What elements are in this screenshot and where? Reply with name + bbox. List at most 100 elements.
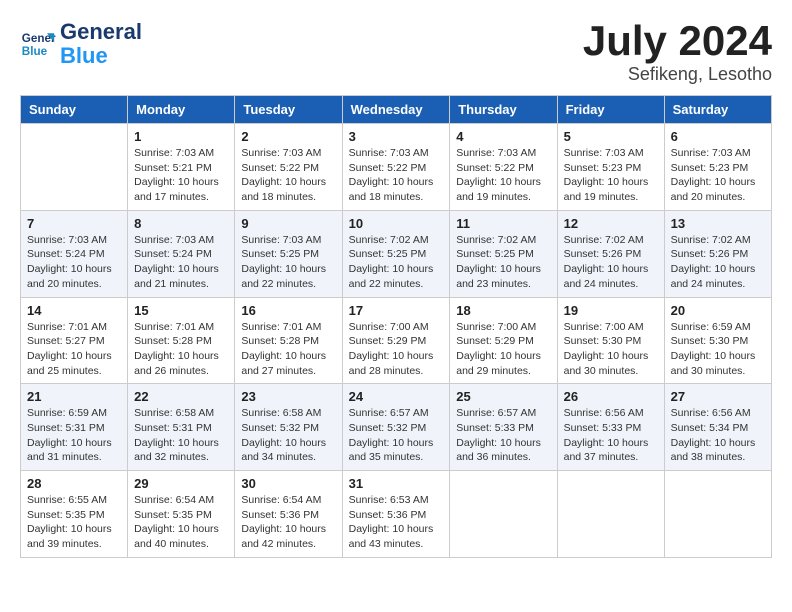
col-wednesday: Wednesday [342, 96, 450, 124]
svg-text:Blue: Blue [22, 45, 48, 58]
day-info: Sunrise: 6:58 AMSunset: 5:32 PMDaylight:… [241, 406, 335, 465]
title-area: July 2024 Sefikeng, Lesotho [583, 20, 772, 85]
calendar-cell: 15 Sunrise: 7:01 AMSunset: 5:28 PMDayligh… [128, 297, 235, 384]
day-number: 2 [241, 129, 335, 144]
page-header: General Blue General Blue July 2024 Sefi… [20, 20, 772, 85]
calendar-cell: 3 Sunrise: 7:03 AMSunset: 5:22 PMDaylight… [342, 124, 450, 211]
day-info: Sunrise: 6:56 AMSunset: 5:33 PMDaylight:… [564, 406, 658, 465]
day-number: 1 [134, 129, 228, 144]
logo-text-general: General [60, 20, 142, 44]
day-number: 23 [241, 389, 335, 404]
calendar-cell: 26 Sunrise: 6:56 AMSunset: 5:33 PMDayligh… [557, 384, 664, 471]
day-number: 22 [134, 389, 228, 404]
day-number: 19 [564, 303, 658, 318]
calendar-cell: 1 Sunrise: 7:03 AMSunset: 5:21 PMDaylight… [128, 124, 235, 211]
calendar-cell: 17Sunrise: 7:00 AMSunset: 5:29 PMDayligh… [342, 297, 450, 384]
day-info: Sunrise: 7:03 AMSunset: 5:22 PMDaylight:… [241, 146, 335, 205]
calendar-cell: 6 Sunrise: 7:03 AMSunset: 5:23 PMDaylight… [664, 124, 771, 211]
day-info: Sunrise: 7:01 AMSunset: 5:28 PMDaylight:… [241, 320, 335, 379]
calendar-cell: 20 Sunrise: 6:59 AMSunset: 5:30 PMDayligh… [664, 297, 771, 384]
calendar-cell: 9 Sunrise: 7:03 AMSunset: 5:25 PMDaylight… [235, 210, 342, 297]
day-number: 30 [241, 476, 335, 491]
month-title: July 2024 [583, 20, 772, 62]
calendar-week-row: 1 Sunrise: 7:03 AMSunset: 5:21 PMDaylight… [21, 124, 772, 211]
day-number: 5 [564, 129, 658, 144]
calendar-week-row: 7 Sunrise: 7:03 AMSunset: 5:24 PMDaylight… [21, 210, 772, 297]
day-number: 9 [241, 216, 335, 231]
calendar-cell: 5 Sunrise: 7:03 AMSunset: 5:23 PMDaylight… [557, 124, 664, 211]
day-info: Sunrise: 7:02 AMSunset: 5:26 PMDaylight:… [564, 233, 658, 292]
calendar-cell: 30 Sunrise: 6:54 AMSunset: 5:36 PMDayligh… [235, 471, 342, 558]
calendar-cell: 7 Sunrise: 7:03 AMSunset: 5:24 PMDaylight… [21, 210, 128, 297]
col-thursday: Thursday [450, 96, 557, 124]
day-number: 18 [456, 303, 550, 318]
day-number: 21 [27, 389, 121, 404]
day-number: 14 [27, 303, 121, 318]
day-info: Sunrise: 6:59 AMSunset: 5:30 PMDaylight:… [671, 320, 765, 379]
day-info: Sunrise: 7:03 AMSunset: 5:23 PMDaylight:… [671, 146, 765, 205]
day-number: 6 [671, 129, 765, 144]
day-number: 20 [671, 303, 765, 318]
day-info: Sunrise: 7:00 AMSunset: 5:30 PMDaylight:… [564, 320, 658, 379]
calendar-cell: 10Sunrise: 7:02 AMSunset: 5:25 PMDayligh… [342, 210, 450, 297]
calendar-cell: 27Sunrise: 6:56 AMSunset: 5:34 PMDayligh… [664, 384, 771, 471]
day-info: Sunrise: 7:00 AMSunset: 5:29 PMDaylight:… [456, 320, 550, 379]
day-number: 7 [27, 216, 121, 231]
day-info: Sunrise: 7:03 AMSunset: 5:24 PMDaylight:… [134, 233, 228, 292]
calendar-cell: 14Sunrise: 7:01 AMSunset: 5:27 PMDayligh… [21, 297, 128, 384]
logo-text-blue: Blue [60, 44, 142, 68]
calendar-cell: 22 Sunrise: 6:58 AMSunset: 5:31 PMDayligh… [128, 384, 235, 471]
day-number: 8 [134, 216, 228, 231]
logo-icon: General Blue [20, 26, 56, 62]
col-monday: Monday [128, 96, 235, 124]
day-number: 27 [671, 389, 765, 404]
day-info: Sunrise: 7:03 AMSunset: 5:22 PMDaylight:… [456, 146, 550, 205]
logo: General Blue General Blue [20, 20, 142, 68]
day-info: Sunrise: 6:54 AMSunset: 5:36 PMDaylight:… [241, 493, 335, 552]
day-info: Sunrise: 7:02 AMSunset: 5:25 PMDaylight:… [456, 233, 550, 292]
calendar-cell: 8 Sunrise: 7:03 AMSunset: 5:24 PMDaylight… [128, 210, 235, 297]
day-number: 13 [671, 216, 765, 231]
day-info: Sunrise: 7:03 AMSunset: 5:24 PMDaylight:… [27, 233, 121, 292]
day-number: 16 [241, 303, 335, 318]
calendar-cell: 12 Sunrise: 7:02 AMSunset: 5:26 PMDayligh… [557, 210, 664, 297]
day-number: 4 [456, 129, 550, 144]
calendar-cell: 21 Sunrise: 6:59 AMSunset: 5:31 PMDayligh… [21, 384, 128, 471]
day-number: 25 [456, 389, 550, 404]
day-number: 3 [349, 129, 444, 144]
calendar-cell: 25 Sunrise: 6:57 AMSunset: 5:33 PMDayligh… [450, 384, 557, 471]
day-number: 15 [134, 303, 228, 318]
calendar-cell: 13 Sunrise: 7:02 AMSunset: 5:26 PMDayligh… [664, 210, 771, 297]
day-info: Sunrise: 6:53 AMSunset: 5:36 PMDaylight:… [349, 493, 444, 552]
day-info: Sunrise: 7:03 AMSunset: 5:22 PMDaylight:… [349, 146, 444, 205]
day-info: Sunrise: 6:59 AMSunset: 5:31 PMDaylight:… [27, 406, 121, 465]
calendar-cell: 28Sunrise: 6:55 AMSunset: 5:35 PMDayligh… [21, 471, 128, 558]
day-info: Sunrise: 6:58 AMSunset: 5:31 PMDaylight:… [134, 406, 228, 465]
calendar-cell: 24 Sunrise: 6:57 AMSunset: 5:32 PMDayligh… [342, 384, 450, 471]
day-info: Sunrise: 6:57 AMSunset: 5:32 PMDaylight:… [349, 406, 444, 465]
day-info: Sunrise: 7:03 AMSunset: 5:25 PMDaylight:… [241, 233, 335, 292]
day-info: Sunrise: 6:57 AMSunset: 5:33 PMDaylight:… [456, 406, 550, 465]
calendar-cell: 4 Sunrise: 7:03 AMSunset: 5:22 PMDaylight… [450, 124, 557, 211]
calendar-header-row: Sunday Monday Tuesday Wednesday Thursday… [21, 96, 772, 124]
calendar-week-row: 28Sunrise: 6:55 AMSunset: 5:35 PMDayligh… [21, 471, 772, 558]
col-friday: Friday [557, 96, 664, 124]
day-number: 11 [456, 216, 550, 231]
day-info: Sunrise: 7:01 AMSunset: 5:28 PMDaylight:… [134, 320, 228, 379]
col-saturday: Saturday [664, 96, 771, 124]
day-info: Sunrise: 7:02 AMSunset: 5:25 PMDaylight:… [349, 233, 444, 292]
calendar-cell: 23 Sunrise: 6:58 AMSunset: 5:32 PMDayligh… [235, 384, 342, 471]
calendar-cell [450, 471, 557, 558]
calendar-table: Sunday Monday Tuesday Wednesday Thursday… [20, 95, 772, 558]
day-number: 29 [134, 476, 228, 491]
calendar-cell [557, 471, 664, 558]
calendar-cell: 2 Sunrise: 7:03 AMSunset: 5:22 PMDaylight… [235, 124, 342, 211]
day-info: Sunrise: 7:03 AMSunset: 5:21 PMDaylight:… [134, 146, 228, 205]
day-number: 26 [564, 389, 658, 404]
day-info: Sunrise: 6:54 AMSunset: 5:35 PMDaylight:… [134, 493, 228, 552]
day-number: 24 [349, 389, 444, 404]
day-info: Sunrise: 7:03 AMSunset: 5:23 PMDaylight:… [564, 146, 658, 205]
day-number: 31 [349, 476, 444, 491]
day-info: Sunrise: 7:02 AMSunset: 5:26 PMDaylight:… [671, 233, 765, 292]
day-number: 12 [564, 216, 658, 231]
